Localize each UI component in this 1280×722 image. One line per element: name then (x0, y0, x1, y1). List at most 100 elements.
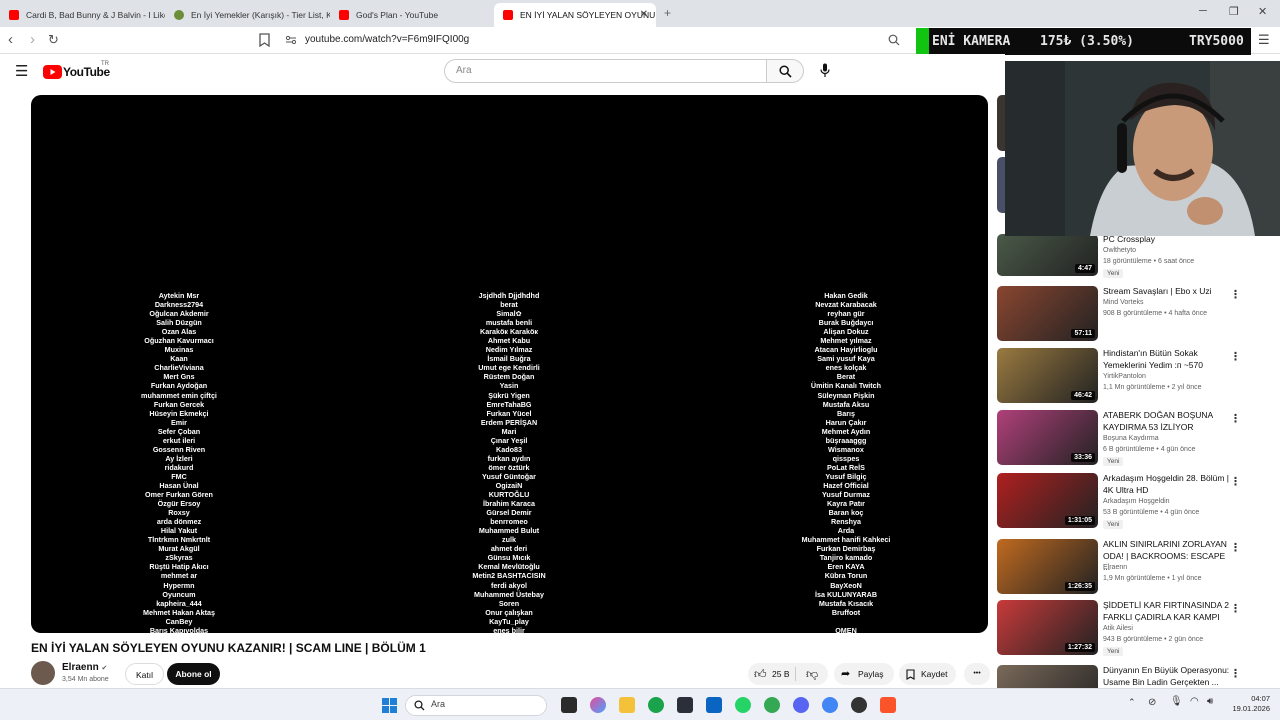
channel-avatar[interactable] (31, 661, 55, 685)
credit-name: Bruffoot (831, 607, 861, 617)
recommendation-title[interactable]: Stream Savaşları | Ebo x Uzi (1103, 286, 1231, 298)
like-icon[interactable]: 👍︎ (754, 663, 767, 685)
more-options-icon[interactable]: ⋮ (1230, 541, 1241, 554)
chrome-profile-icon[interactable] (822, 697, 838, 713)
more-options-icon[interactable]: ⋮ (1230, 412, 1241, 425)
new-tab-button[interactable]: + (664, 6, 671, 20)
credit-name: Süleyman Pişkin (817, 390, 875, 400)
recommendation-item[interactable]: 57:11 Stream Savaşları | Ebo x Uzi Mind Vo… (997, 286, 1280, 343)
window-close-icon[interactable]: ✕ (1258, 5, 1267, 18)
site-settings-icon[interactable] (285, 35, 297, 45)
windows-start-icon[interactable] (382, 698, 397, 713)
edge-icon[interactable] (648, 697, 664, 713)
recommendation-item[interactable]: 1:27:32 ŞİDDETLİ KAR FIRTINASINDA 2 FARKL… (997, 600, 1280, 657)
credit-name: Jsjdhdh Djjdhdhd (478, 291, 540, 300)
outlook-icon[interactable] (706, 697, 722, 713)
volume-icon[interactable]: 🔊︎ (1207, 696, 1213, 707)
more-options-icon[interactable]: ⋮ (1230, 288, 1241, 301)
file-explorer-icon[interactable] (619, 697, 635, 713)
hamburger-menu-icon[interactable]: ☰ (15, 62, 28, 80)
browser-tab[interactable]: Cardi B, Bad Bunny & J Balvin - I Like..… (0, 3, 165, 27)
search-input[interactable]: Ara (444, 59, 767, 83)
credit-name: Özgür Ersoy (157, 499, 201, 509)
recommendation-meta: 6 B görüntüleme • 4 gün önce (1103, 446, 1196, 453)
network-icon[interactable]: ⊘ (1148, 697, 1156, 708)
recommendation-thumbnail[interactable]: 1:27:32 (997, 600, 1098, 655)
clock[interactable]: 04:07 19.01.2026 (1226, 694, 1270, 714)
recommendation-channel[interactable]: Boşuna Kaydırma (1103, 435, 1159, 442)
credit-name: Sami yusuf Kaya (817, 354, 875, 364)
back-icon[interactable]: ‹ (8, 31, 13, 49)
duration-badge: 1:26:35 (1064, 582, 1095, 591)
search-button[interactable] (766, 59, 804, 83)
microphone-tray-icon[interactable]: 🎙︎ (1170, 696, 1183, 707)
recommendation-item[interactable]: 1:26:35 AKLIN SINIRLARINI ZORLAYAN ODA! |… (997, 539, 1280, 596)
subscribe-button[interactable]: Abone ol (167, 663, 220, 685)
recommendation-title[interactable]: ATABERK DOĞAN BOŞUNA KAYDIRMA 53 İZLİYOR (1103, 410, 1231, 433)
recommendation-thumbnail[interactable]: 57:11 (997, 286, 1098, 341)
recommendation-thumbnail[interactable]: 46:42 (997, 348, 1098, 403)
tray-chevron-icon[interactable]: ⌃ (1128, 697, 1136, 708)
maximize-icon[interactable]: ❐ (1229, 5, 1239, 18)
recommendation-item[interactable]: 1:31:05 Arkadaşım Hoşgeldin 28. Bölüm | 4… (997, 473, 1280, 530)
credit-name: enes bilir (493, 625, 525, 633)
recommendation-channel[interactable]: Elraenn (1103, 564, 1127, 571)
more-options-icon[interactable]: ⋮ (1230, 475, 1241, 488)
recommendation-thumbnail[interactable]: 1:31:05 (997, 473, 1098, 528)
recommendation-channel[interactable]: Atik Ailesi (1103, 625, 1133, 632)
browser-tab-active[interactable]: EN İYİ YALAN SÖYLEYEN OYUNU... ✕ (494, 3, 656, 27)
minimize-icon[interactable]: ─ (1199, 5, 1207, 17)
video-player[interactable]: Aytekin Msr Darkness2794 Oğulcan Akdemir Sa… (31, 95, 988, 633)
more-options-icon[interactable]: ⋮ (1230, 667, 1241, 680)
zoom-icon[interactable] (888, 34, 900, 46)
credit-name: Murat Akgül (158, 544, 200, 554)
dislike-icon[interactable]: 👎︎ (806, 663, 818, 685)
recommendation-item[interactable]: 4:47 PC Crossplay Owlthetyto 18 görüntüleme… (997, 234, 1280, 278)
chrome-icon[interactable] (764, 697, 780, 713)
credit-name: Ahmet Kabu (487, 336, 531, 346)
join-button[interactable]: Katıl (125, 663, 164, 685)
reload-icon[interactable]: ↻ (48, 31, 59, 49)
recommendation-thumbnail[interactable]: 33:36 (997, 410, 1098, 465)
store-icon[interactable] (677, 697, 693, 713)
wifi-icon[interactable]: ◠ (1190, 696, 1199, 707)
recommendation-channel[interactable]: Arkadaşım Hoşgeldin (1103, 498, 1170, 505)
like-count[interactable]: 25 B (772, 663, 790, 685)
copilot-icon[interactable] (590, 697, 606, 713)
more-actions-button[interactable]: ••• (964, 663, 990, 685)
recommendation-title[interactable]: ŞİDDETLİ KAR FIRTINASINDA 2 FARKLI ÇADIR… (1103, 600, 1231, 623)
discord-icon[interactable] (793, 697, 809, 713)
goal-progress-fill (916, 28, 929, 55)
recommendation-thumbnail[interactable]: 4:47 (997, 234, 1098, 276)
address-bar[interactable]: youtube.com/watch?v=F6m9IFQI00g (305, 34, 469, 45)
credit-name: Yasin (499, 381, 519, 391)
recommendation-channel[interactable]: YirtikPantolon (1103, 373, 1146, 380)
bookmark-icon[interactable] (259, 33, 270, 47)
more-options-icon[interactable]: ⋮ (1230, 350, 1241, 363)
recommendation-item[interactable]: 33:36 ATABERK DOĞAN BOŞUNA KAYDIRMA 53 İZ… (997, 410, 1280, 467)
recommendation-channel[interactable]: Mind Vorteks (1103, 299, 1143, 306)
task-view-icon[interactable] (561, 697, 577, 713)
recommendation-title[interactable]: Hindistan'ın Bütün Sokak Yemeklerini Yed… (1103, 348, 1231, 371)
save-button[interactable]: Kaydet (899, 663, 956, 685)
channel-name[interactable]: Elraenn ✔ (62, 662, 107, 673)
duration-badge: 33:36 (1071, 453, 1095, 462)
obs-icon[interactable] (851, 697, 867, 713)
recommendation-title[interactable]: Dünyanın En Büyük Operasyonu: Usame Bin … (1103, 665, 1231, 688)
browser-menu-icon[interactable]: ☰ (1258, 32, 1270, 48)
share-button[interactable]: ➦ Paylaş (834, 663, 894, 685)
forward-icon[interactable]: › (30, 31, 35, 49)
whatsapp-icon[interactable] (735, 697, 751, 713)
recommendation-title[interactable]: Arkadaşım Hoşgeldin 28. Bölüm | 4K Ultra… (1103, 473, 1231, 496)
recommendation-item[interactable]: 46:42 Hindistan'ın Bütün Sokak Yemeklerin… (997, 348, 1280, 405)
more-options-icon[interactable]: ⋮ (1230, 602, 1241, 615)
microphone-icon[interactable] (820, 63, 830, 78)
recommendation-channel[interactable]: Owlthetyto (1103, 247, 1136, 254)
brave-icon[interactable] (880, 697, 896, 713)
close-tab-icon[interactable]: ✕ (640, 3, 648, 27)
browser-tab[interactable]: En İyi Yemekler (Karışık) - Tier List, K… (165, 3, 330, 27)
browser-tab[interactable]: God's Plan - YouTube (330, 3, 495, 27)
taskbar-search-input[interactable]: Ara (405, 695, 547, 716)
credit-name: Kayra Patır (827, 499, 865, 509)
recommendation-thumbnail[interactable]: 1:26:35 (997, 539, 1098, 594)
